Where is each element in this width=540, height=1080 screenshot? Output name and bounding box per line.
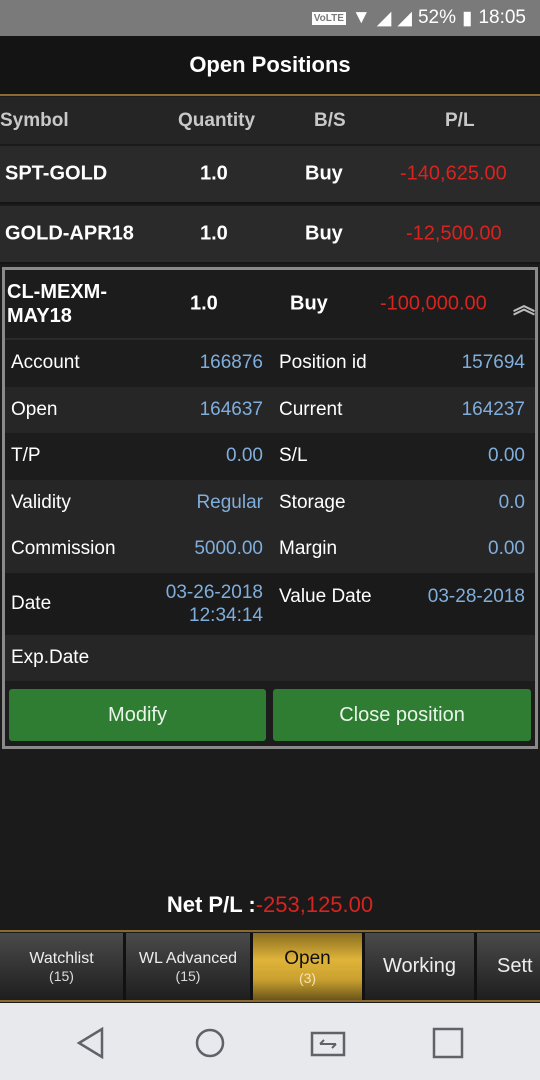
status-bar: VoLTE ▼ ◢ ◢ 52% ▮ 18:05: [0, 0, 540, 36]
tab-label: WL Advanced: [138, 949, 238, 967]
value-date: 03-26-2018 12:34:14: [166, 581, 263, 627]
net-pl-value: -253,125.00: [255, 892, 374, 917]
label-open: Open: [11, 398, 58, 420]
expanded-row-header[interactable]: CL-MEXM- MAY18 1.0 Buy -100,000.00 ︽: [5, 270, 535, 340]
battery-percent: 52%: [417, 7, 456, 28]
quantity: 1.0: [190, 292, 218, 315]
label-value-date: Value Date: [279, 586, 372, 608]
detail-row: Exp.Date: [5, 634, 535, 681]
collapse-chevron-icon[interactable]: ︽: [513, 288, 535, 320]
col-bs[interactable]: B/S: [314, 110, 346, 132]
col-quantity[interactable]: Quantity: [178, 110, 255, 132]
symbol: CL-MEXM- MAY18: [7, 280, 107, 328]
date-time: 12:34:14: [189, 604, 263, 626]
clock: 18:05: [478, 7, 526, 28]
quantity: 1.0: [200, 162, 228, 185]
detail-row: Validity Regular Storage 0.0: [5, 479, 535, 526]
label-exp-date: Exp.Date: [11, 646, 90, 668]
android-nav-bar: [0, 1003, 540, 1080]
value-commission: 5000.00: [194, 538, 263, 560]
page-title: Open Positions: [0, 36, 540, 96]
symbol: GOLD-APR18: [5, 222, 134, 245]
tab-label: Working: [383, 955, 456, 977]
bottom-tabs: Watchlist (15) WL Advanced (15) Open (3) Wo…: [0, 933, 540, 1002]
signal-icon-2: ◢: [397, 7, 412, 29]
tab-count: (3): [298, 969, 317, 986]
signal-icon: ◢: [376, 7, 392, 29]
label-storage: Storage: [279, 491, 346, 513]
value-open: 164637: [199, 398, 263, 420]
tab-label: Open: [284, 947, 331, 969]
wifi-icon: ▼: [351, 7, 371, 28]
side: Buy: [305, 162, 343, 185]
side: Buy: [290, 292, 328, 315]
tab-count: (15): [175, 967, 201, 984]
pl: -12,500.00: [406, 222, 502, 245]
table-row[interactable]: SPT-GOLD 1.0 Buy -140,625.00: [0, 146, 540, 204]
label-tp: T/P: [11, 445, 41, 467]
label-account: Account: [11, 352, 80, 374]
tab-count: (15): [49, 967, 74, 984]
symbol-line2: MAY18: [7, 305, 72, 327]
battery-icon: ▮: [461, 7, 473, 29]
value-sl: 0.00: [488, 445, 525, 467]
tab-label: Sett: [497, 955, 533, 977]
symbol: SPT-GOLD: [5, 162, 108, 185]
switch-app-icon[interactable]: [310, 1027, 346, 1064]
side: Buy: [305, 222, 343, 245]
net-pl: Net P/L : -253,125.00: [0, 880, 540, 932]
quantity: 1.0: [200, 222, 228, 245]
value-value-date: 03-28-2018: [427, 586, 525, 608]
expanded-position: CL-MEXM- MAY18 1.0 Buy -100,000.00 ︽ Acco…: [2, 267, 538, 749]
volte-icon: VoLTE: [311, 11, 346, 25]
label-sl: S/L: [279, 445, 308, 467]
tab-label: Watchlist: [29, 949, 94, 967]
detail-row: Open 164637 Current 164237: [5, 386, 535, 433]
detail-row: Account 166876 Position id 157694: [5, 340, 535, 387]
col-symbol[interactable]: Symbol: [0, 110, 69, 132]
value-margin: 0.00: [488, 538, 525, 560]
value-account: 166876: [199, 352, 263, 374]
value-position-id: 157694: [461, 352, 525, 374]
label-position-id: Position id: [279, 352, 367, 374]
detail-row: Commission 5000.00 Margin 0.00: [5, 526, 535, 573]
back-icon[interactable]: [76, 1026, 106, 1064]
table-header: Symbol Quantity B/S P/L: [0, 97, 540, 144]
tab-settings[interactable]: Sett: [477, 933, 540, 1000]
value-tp: 0.00: [226, 445, 263, 467]
symbol-line1: CL-MEXM-: [7, 281, 107, 303]
table-row[interactable]: GOLD-APR18 1.0 Buy -12,500.00: [0, 206, 540, 264]
label-margin: Margin: [279, 538, 338, 560]
value-current: 164237: [461, 398, 525, 420]
pl: -100,000.00: [380, 292, 487, 315]
tab-watchlist[interactable]: Watchlist (15): [0, 933, 123, 1000]
net-pl-label: Net P/L :: [166, 892, 256, 917]
col-pl[interactable]: P/L: [445, 110, 475, 132]
tab-open[interactable]: Open (3): [253, 933, 362, 1000]
modify-button[interactable]: Modify: [9, 689, 266, 741]
value-validity: Regular: [196, 491, 263, 513]
tab-wl-advanced[interactable]: WL Advanced (15): [126, 933, 250, 1000]
label-commission: Commission: [11, 538, 116, 560]
detail-row: T/P 0.00 S/L 0.00: [5, 433, 535, 480]
label-current: Current: [279, 398, 343, 420]
label-validity: Validity: [11, 491, 71, 513]
recents-icon[interactable]: [432, 1027, 464, 1064]
close-position-button[interactable]: Close position: [273, 689, 531, 741]
value-storage: 0.0: [498, 491, 525, 513]
date-value: 03-26-2018: [165, 581, 263, 603]
label-date: Date: [11, 592, 52, 614]
pl: -140,625.00: [400, 162, 507, 185]
tab-working[interactable]: Working: [365, 933, 474, 1000]
home-icon[interactable]: [194, 1027, 226, 1064]
detail-row: Date 03-26-2018 12:34:14 Value Date 03-28…: [5, 572, 535, 635]
